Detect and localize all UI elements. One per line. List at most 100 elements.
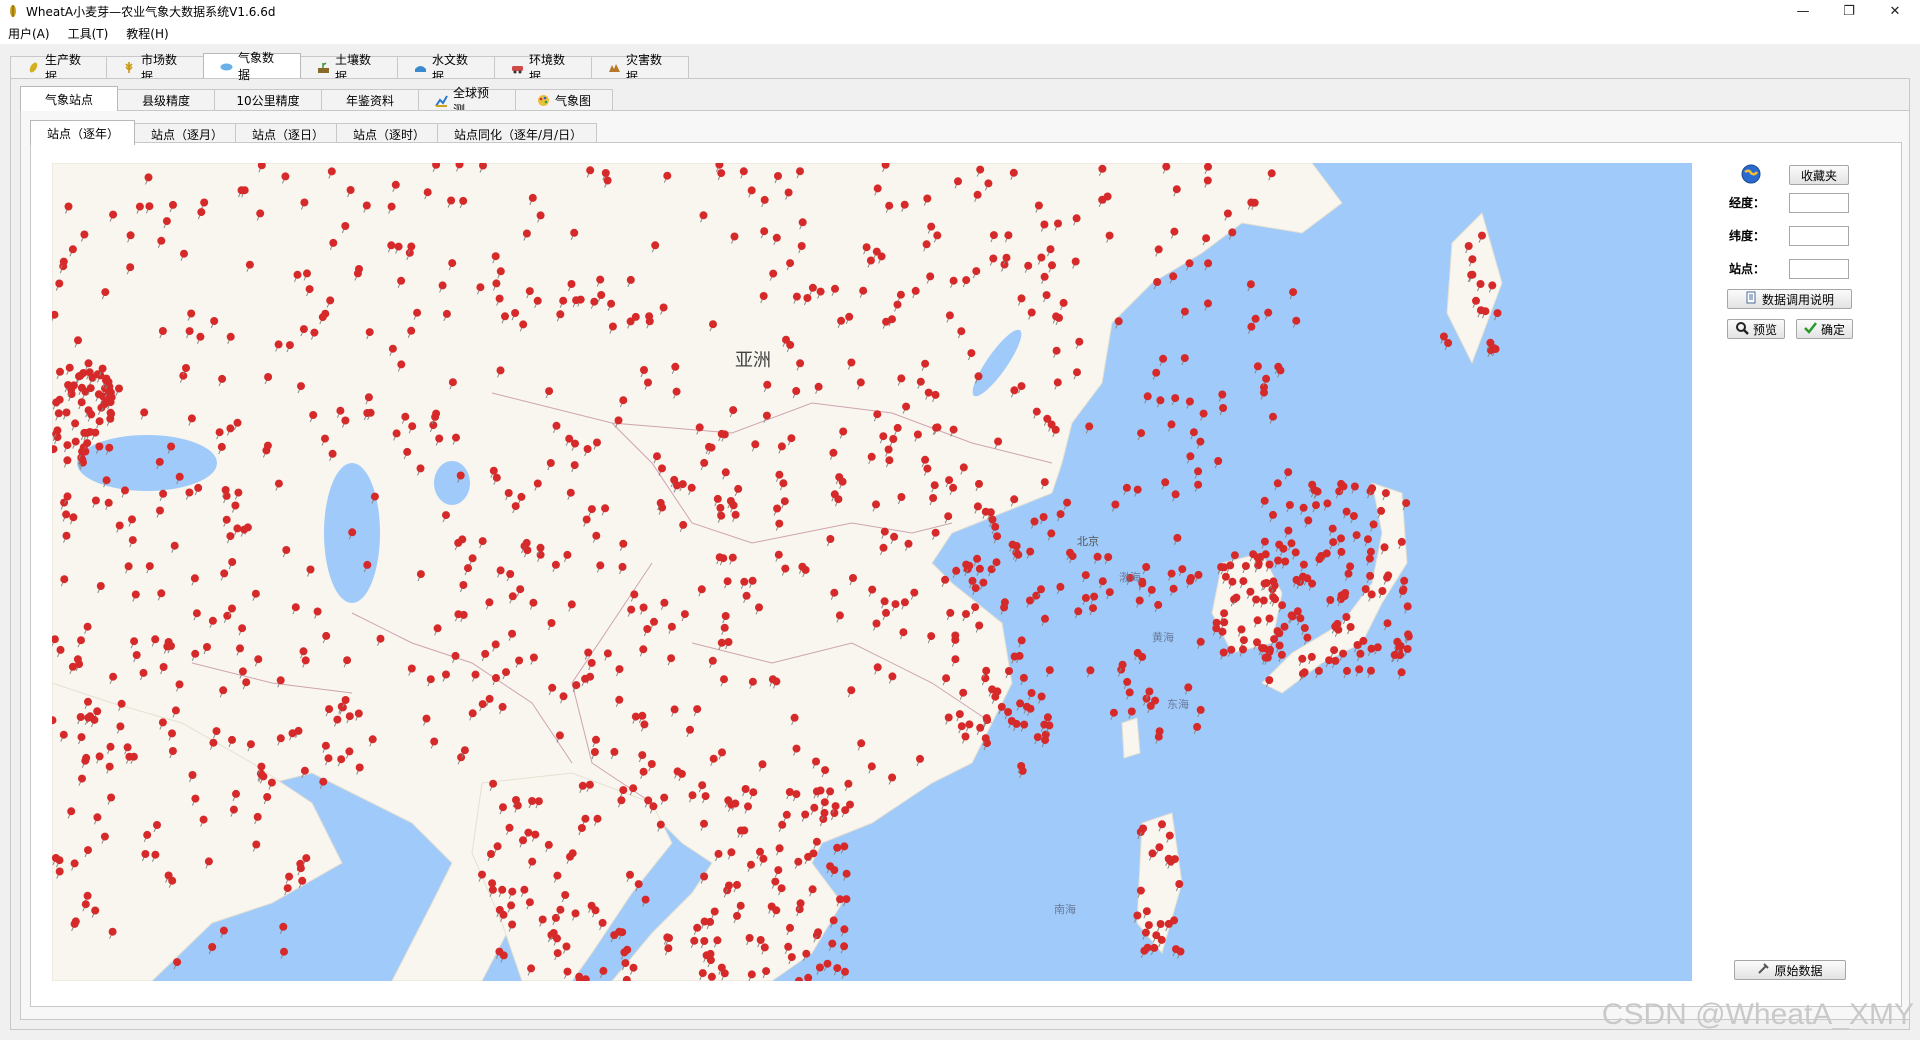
station-pin[interactable] (1269, 510, 1277, 523)
station-pin[interactable] (1017, 636, 1026, 648)
station-pin[interactable] (1284, 526, 1293, 538)
station-pin[interactable] (1074, 607, 1083, 619)
station-pin[interactable] (1264, 308, 1273, 320)
station-pin[interactable] (833, 964, 842, 976)
station-pin[interactable] (1016, 699, 1025, 711)
tab-global-forecast[interactable]: 全球预测 (418, 86, 516, 117)
station-pin[interactable] (1300, 624, 1309, 636)
station-pin[interactable] (1156, 396, 1165, 408)
station-pin[interactable] (1047, 529, 1056, 541)
station-pin[interactable] (1397, 668, 1406, 680)
station-pin[interactable] (841, 967, 849, 979)
station-pin[interactable] (279, 922, 288, 934)
station-pin[interactable] (1026, 596, 1034, 608)
station-pin[interactable] (1278, 601, 1287, 613)
station-pin[interactable] (1219, 648, 1228, 660)
station-pin[interactable] (1304, 516, 1313, 528)
station-pin[interactable] (971, 584, 980, 596)
station-pin[interactable] (1045, 666, 1054, 678)
station-pin[interactable] (1159, 354, 1168, 366)
station-pin[interactable] (1186, 452, 1195, 464)
station-pin[interactable] (1093, 552, 1102, 564)
station-pin[interactable] (993, 532, 1002, 544)
station-pin[interactable] (1398, 586, 1407, 599)
station-pin[interactable] (1123, 677, 1132, 690)
station-pin[interactable] (1178, 565, 1187, 577)
station-pin[interactable] (830, 866, 839, 878)
station-pin[interactable] (833, 843, 842, 855)
station-pin[interactable] (1355, 665, 1364, 677)
station-pin[interactable] (1041, 736, 1050, 748)
station-pin[interactable] (1204, 299, 1212, 311)
station-pin[interactable] (1026, 704, 1035, 716)
station-pin[interactable] (1313, 487, 1322, 499)
station-pin[interactable] (1228, 228, 1237, 240)
station-pin[interactable] (1383, 619, 1392, 631)
station-pin[interactable] (1135, 596, 1144, 608)
station-pin[interactable] (1367, 666, 1375, 678)
station-pin[interactable] (1081, 571, 1090, 583)
station-pin[interactable] (1328, 524, 1337, 536)
station-pin[interactable] (1299, 560, 1308, 572)
station-pin[interactable] (1227, 645, 1236, 657)
station-pin[interactable] (1125, 688, 1134, 700)
tab-hydrology[interactable]: 水文数据 (397, 53, 495, 84)
station-pin[interactable] (1342, 507, 1351, 519)
station-pin[interactable] (952, 566, 961, 578)
station-pin[interactable] (1147, 585, 1156, 598)
station-pin[interactable] (1352, 531, 1361, 543)
station-pin[interactable] (815, 963, 824, 975)
station-pin[interactable] (1154, 732, 1163, 744)
station-pin[interactable] (975, 564, 984, 576)
station-pin[interactable] (1114, 317, 1123, 329)
station-pin[interactable] (1037, 585, 1045, 597)
station-pin[interactable] (1403, 645, 1412, 657)
station-pin[interactable] (1161, 478, 1170, 490)
tab-disaster[interactable]: 灾害数据 (591, 53, 689, 84)
station-pin[interactable] (1137, 429, 1146, 441)
station-pin[interactable] (1193, 722, 1202, 735)
station-pin[interactable] (802, 949, 811, 961)
station-pin[interactable] (1285, 501, 1294, 513)
station-pin[interactable] (1056, 510, 1065, 522)
station-pin[interactable] (1180, 354, 1189, 366)
station-pin[interactable] (1369, 520, 1378, 532)
station-pin[interactable] (1090, 592, 1099, 604)
station-pin[interactable] (1260, 537, 1269, 549)
station-pin[interactable] (1493, 309, 1502, 321)
data-help-button[interactable]: 数据调用说明 (1727, 289, 1852, 309)
station-pin[interactable] (1289, 288, 1298, 300)
station-pin[interactable] (1391, 650, 1400, 662)
station-pin[interactable] (1214, 457, 1223, 469)
station-pin[interactable] (1337, 534, 1345, 546)
minimize-button[interactable]: — (1780, 0, 1826, 22)
station-pin[interactable] (1189, 428, 1198, 440)
station-pin[interactable] (1373, 643, 1382, 655)
station-pin[interactable] (1026, 547, 1035, 559)
station-pin[interactable] (1173, 533, 1182, 546)
confirm-button[interactable]: 确定 (1796, 319, 1853, 339)
station-pin[interactable] (1194, 570, 1203, 583)
station-pin[interactable] (1296, 614, 1305, 626)
station-pin[interactable] (1350, 482, 1359, 494)
station-pin[interactable] (1218, 390, 1227, 402)
tab-weather[interactable]: 气象数据 (203, 51, 301, 82)
station-pin[interactable] (973, 554, 982, 566)
maximize-button[interactable]: ❐ (1826, 0, 1872, 22)
station-pin[interactable] (842, 869, 851, 881)
station-pin[interactable] (1146, 701, 1155, 714)
station-pin[interactable] (641, 895, 650, 907)
close-button[interactable]: ✕ (1872, 0, 1918, 22)
station-pin[interactable] (1045, 721, 1054, 733)
station-pin[interactable] (1331, 656, 1340, 669)
station-pin[interactable] (1027, 689, 1036, 701)
station-pin[interactable] (1081, 593, 1090, 606)
station-pin[interactable] (1288, 612, 1297, 624)
station-pin[interactable] (840, 842, 849, 854)
station-pin[interactable] (1344, 569, 1353, 581)
station-pin[interactable] (1339, 482, 1348, 494)
station-pin[interactable] (1184, 683, 1193, 695)
station-pin[interactable] (1127, 707, 1136, 719)
station-pin[interactable] (828, 939, 837, 951)
station-pin[interactable] (1086, 666, 1095, 678)
